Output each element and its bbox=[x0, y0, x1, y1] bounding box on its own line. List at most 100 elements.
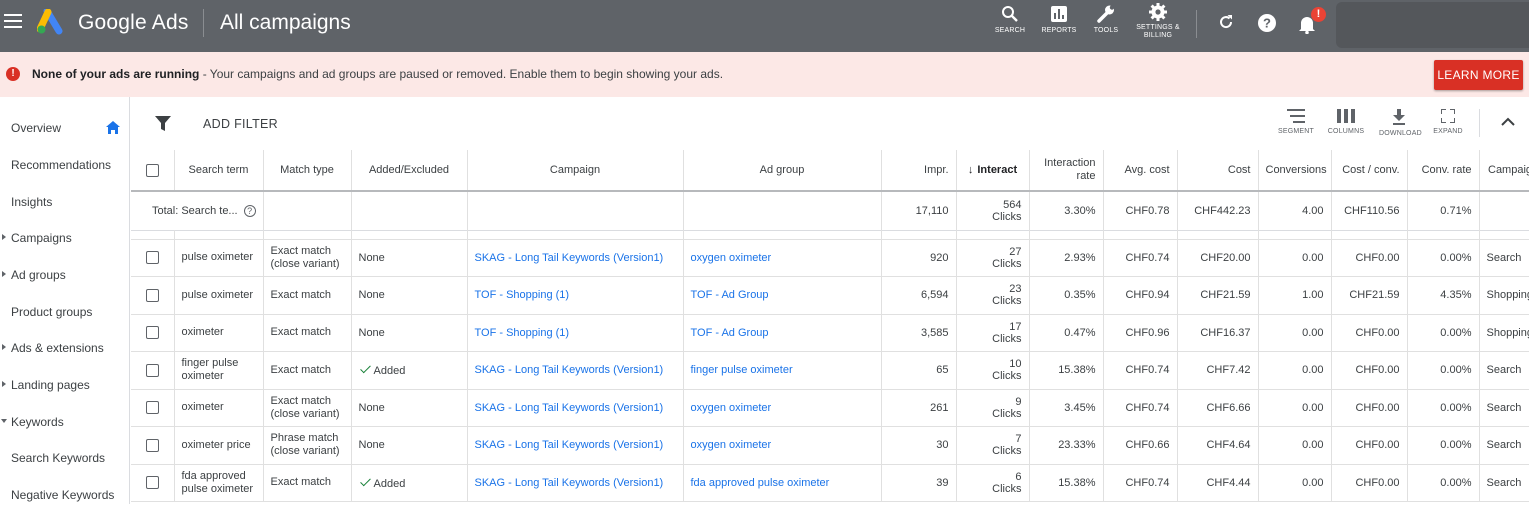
learn-more-button[interactable]: LEARN MORE bbox=[1434, 60, 1523, 90]
expand-caret-icon bbox=[2, 381, 6, 387]
sidebar-item-keywords[interactable]: Keywords bbox=[0, 397, 130, 434]
header-campaign[interactable]: Campaign bbox=[467, 150, 684, 192]
sidebar-item-ads-extensions[interactable]: Ads & extensions bbox=[0, 323, 130, 360]
total-empty-cell bbox=[1479, 191, 1529, 230]
sidebar-item-product-groups[interactable]: Product groups bbox=[0, 287, 130, 324]
google-ads-logo-icon bbox=[37, 9, 63, 35]
match-type-cell: Exact match bbox=[263, 464, 352, 502]
cost-conv-cell: CHF21.59 bbox=[1331, 276, 1408, 314]
total-row: Total: Search te...? 17,110 564 Clicks 3.… bbox=[131, 191, 1529, 230]
toolbar-divider bbox=[1196, 10, 1197, 38]
search-tool-label: SEARCH bbox=[994, 27, 1026, 34]
ad-group-link[interactable]: finger pulse oximeter bbox=[683, 351, 882, 389]
select-all-checkbox[interactable] bbox=[145, 163, 159, 177]
header-impr[interactable]: Impr. bbox=[881, 150, 957, 192]
interactions-unit: Clicks bbox=[992, 370, 1022, 383]
menu-icon[interactable] bbox=[4, 14, 22, 30]
segment-button[interactable]: SEGMENT bbox=[1276, 109, 1316, 135]
brand-name: Google Ads bbox=[78, 11, 189, 34]
tools-tool-label: TOOLS bbox=[1093, 27, 1119, 34]
wrench-icon bbox=[1097, 5, 1115, 23]
chevron-up-icon[interactable] bbox=[1501, 117, 1515, 127]
impr-cell: 30 bbox=[881, 426, 957, 464]
clipped-row bbox=[131, 230, 1529, 239]
expand-button[interactable]: EXPAND bbox=[1428, 109, 1468, 135]
ad-group-link[interactable]: TOF - Ad Group bbox=[683, 276, 882, 314]
sidebar-item-ad-groups[interactable]: Ad groups bbox=[0, 250, 130, 287]
columns-button[interactable]: COLUMNS bbox=[1326, 109, 1366, 135]
campaign-link[interactable]: SKAG - Long Tail Keywords (Version1) bbox=[467, 426, 684, 464]
table-row[interactable]: oximeter Exact match (close variant) None S… bbox=[131, 389, 1529, 427]
sidebar-item-overview[interactable]: Overview bbox=[0, 103, 130, 140]
table-row[interactable]: pulse oximeter Exact match None TOF - Shopp… bbox=[131, 276, 1529, 314]
header-interactions[interactable]: ↓ Interact bbox=[956, 150, 1030, 192]
refresh-icon[interactable] bbox=[1217, 13, 1235, 31]
table-row[interactable]: oximeter Exact match None TOF - Shopping (1… bbox=[131, 314, 1529, 352]
impr-cell: 6,594 bbox=[881, 276, 957, 314]
campaign-link[interactable]: SKAG - Long Tail Keywords (Version1) bbox=[467, 389, 684, 427]
reports-tool[interactable]: REPORTS bbox=[1040, 5, 1078, 35]
row-checkbox[interactable] bbox=[145, 251, 159, 265]
row-checkbox[interactable] bbox=[145, 401, 159, 415]
ad-group-link[interactable]: oxygen oximeter bbox=[683, 389, 882, 427]
header-conv-rate[interactable]: Conv. rate bbox=[1407, 150, 1480, 192]
add-filter-button[interactable]: ADD FILTER bbox=[203, 117, 278, 131]
impr-cell: 65 bbox=[881, 351, 957, 389]
settings-billing-tool[interactable]: SETTINGS & BILLING bbox=[1134, 2, 1182, 40]
columns-label: COLUMNS bbox=[1327, 128, 1365, 135]
sidebar-item-landing-pages[interactable]: Landing pages bbox=[0, 360, 130, 397]
download-button[interactable]: DOWNLOAD bbox=[1379, 109, 1422, 137]
notification-badge: ! bbox=[1311, 7, 1326, 22]
table-row[interactable]: pulse oximeter Exact match (close variant… bbox=[131, 239, 1529, 277]
tools-tool[interactable]: TOOLS bbox=[1091, 5, 1121, 35]
conv-rate-cell: 0.00% bbox=[1407, 239, 1480, 277]
header-conversions[interactable]: Conversions bbox=[1258, 150, 1332, 192]
table-row[interactable]: fda approved pulse oximeter Exact match Ad… bbox=[131, 464, 1529, 502]
reports-tool-label: REPORTS bbox=[1041, 27, 1077, 34]
match-type-cell: Exact match (close variant) bbox=[263, 239, 352, 277]
header-avg-cost[interactable]: Avg. cost bbox=[1103, 150, 1178, 192]
table-row[interactable]: finger pulse oximeter Exact match Added SKA… bbox=[131, 351, 1529, 389]
campaign-link[interactable]: SKAG - Long Tail Keywords (Version1) bbox=[467, 464, 684, 502]
header-campaign-type[interactable]: Campaign type bbox=[1479, 150, 1529, 192]
row-checkbox[interactable] bbox=[145, 363, 159, 377]
ad-group-link[interactable]: oxygen oximeter bbox=[683, 426, 882, 464]
header-interaction-rate[interactable]: Interaction rate bbox=[1029, 150, 1104, 192]
header-ad-group[interactable]: Ad group bbox=[683, 150, 882, 192]
row-checkbox[interactable] bbox=[145, 476, 159, 490]
sidebar-item-search-keywords[interactable]: Search Keywords bbox=[0, 433, 130, 470]
ad-group-link[interactable]: TOF - Ad Group bbox=[683, 314, 882, 352]
sidebar-item-recommendations[interactable]: Recommendations bbox=[0, 140, 130, 177]
sidebar-item-campaigns[interactable]: Campaigns bbox=[0, 213, 130, 250]
help-circle-icon[interactable]: ? bbox=[243, 204, 256, 217]
table-row[interactable]: oximeter price Phrase match (close varian… bbox=[131, 426, 1529, 464]
total-interactions-value: 564 bbox=[1003, 198, 1022, 211]
account-selector[interactable] bbox=[1336, 2, 1529, 48]
search-tool[interactable]: SEARCH bbox=[994, 5, 1026, 35]
segment-icon bbox=[1287, 109, 1305, 123]
ad-group-link[interactable]: fda approved pulse oximeter bbox=[683, 464, 882, 502]
reports-icon bbox=[1051, 6, 1067, 22]
campaign-link[interactable]: TOF - Shopping (1) bbox=[467, 314, 684, 352]
impr-cell: 3,585 bbox=[881, 314, 957, 352]
header-cost[interactable]: Cost bbox=[1177, 150, 1259, 192]
header-search-term[interactable]: Search term bbox=[174, 150, 264, 192]
match-type-cell: Exact match bbox=[263, 351, 352, 389]
campaign-link[interactable]: TOF - Shopping (1) bbox=[467, 276, 684, 314]
row-checkbox[interactable] bbox=[145, 438, 159, 452]
help-icon[interactable]: ? bbox=[1257, 13, 1277, 33]
added-excluded-cell: None bbox=[351, 389, 468, 427]
search-term-cell: oximeter bbox=[174, 314, 264, 352]
filter-icon[interactable] bbox=[155, 116, 171, 131]
campaign-link[interactable]: SKAG - Long Tail Keywords (Version1) bbox=[467, 351, 684, 389]
row-checkbox[interactable] bbox=[145, 288, 159, 302]
sidebar-item-negative-keywords[interactable]: Negative Keywords bbox=[0, 470, 130, 507]
header-cost-conv[interactable]: Cost / conv. bbox=[1331, 150, 1408, 192]
campaign-link[interactable]: SKAG - Long Tail Keywords (Version1) bbox=[467, 239, 684, 277]
header-added-excluded[interactable]: Added/Excluded bbox=[351, 150, 468, 192]
row-checkbox[interactable] bbox=[145, 326, 159, 340]
header-match-type[interactable]: Match type bbox=[263, 150, 352, 192]
sidebar-item-insights[interactable]: Insights bbox=[0, 177, 130, 214]
page-title: All campaigns bbox=[220, 11, 351, 34]
ad-group-link[interactable]: oxygen oximeter bbox=[683, 239, 882, 277]
